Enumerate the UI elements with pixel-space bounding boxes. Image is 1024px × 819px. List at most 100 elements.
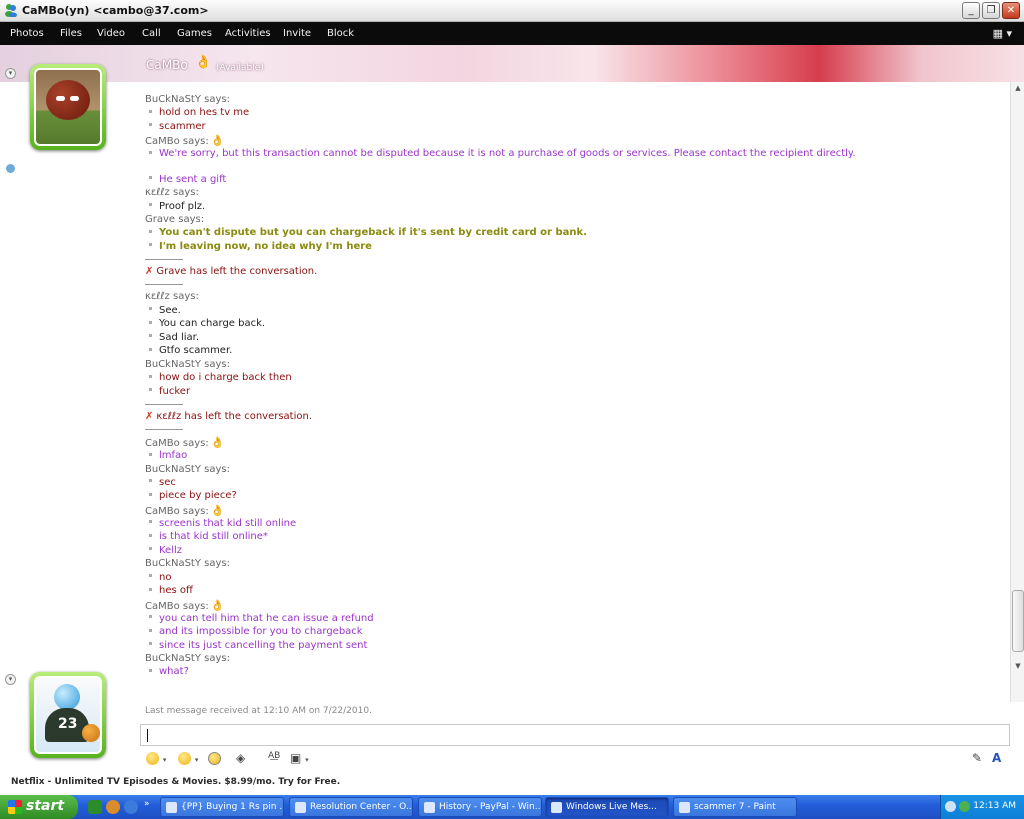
divider xyxy=(145,429,183,430)
sender-line: BuCkNaStY says: xyxy=(145,463,230,475)
menu-files[interactable]: Files xyxy=(60,28,82,39)
conversation-scrollbar[interactable]: ▲ ▼ xyxy=(1010,82,1024,702)
menu-photos[interactable]: Photos xyxy=(10,28,44,39)
menu-activities[interactable]: Activities xyxy=(225,28,271,39)
sender-line: Grave says: xyxy=(145,214,205,226)
basketball-icon xyxy=(82,724,100,742)
message-line: what? xyxy=(149,666,189,677)
menu-block[interactable]: Block xyxy=(327,28,354,39)
message-line: You can charge back. xyxy=(149,318,265,329)
background-button[interactable]: ▣ ▾ xyxy=(290,751,309,765)
handwriting-button[interactable]: ✎ xyxy=(972,751,982,765)
compose-toolbar: ▾ ▾ ◈ A͟B ▣ ▾ ✎ A xyxy=(140,748,1010,770)
voice-clip-button[interactable]: ◈ xyxy=(236,751,245,765)
system-tray: 12:13 AM xyxy=(940,795,1024,819)
sender-line: CaMBo says: 👌 xyxy=(145,134,225,148)
message-line: lmfao xyxy=(149,450,187,461)
contact-name[interactable]: CaMBo xyxy=(146,58,188,72)
nudge-icon xyxy=(208,752,221,765)
ad-banner[interactable]: Netflix - Unlimited TV Episodes & Movies… xyxy=(11,777,340,787)
my-avatar[interactable]: 23 xyxy=(30,672,106,758)
windows-logo-icon xyxy=(8,800,22,814)
sender-line: CaMBo says: 👌 xyxy=(145,503,225,517)
task-app-icon xyxy=(424,802,435,813)
menu-video[interactable]: Video xyxy=(97,28,125,39)
text-mode-button[interactable]: A xyxy=(992,751,1001,765)
taskbar-button[interactable]: {PP} Buying 1 Rs pin ... xyxy=(160,797,284,817)
window-controls: _ ❐ ✕ xyxy=(962,2,1020,19)
close-button[interactable]: ✕ xyxy=(1002,2,1020,19)
task-app-icon xyxy=(295,802,306,813)
quicklaunch-more-icon[interactable]: » xyxy=(144,799,158,813)
task-app-icon xyxy=(679,802,690,813)
message-line: hold on hes tv me xyxy=(149,107,249,118)
message-line: since its just cancelling the payment se… xyxy=(149,640,367,651)
menu-tools-icon[interactable]: ▦ ▾ xyxy=(993,27,1012,40)
contact-status: (Available) xyxy=(216,63,264,73)
wink-icon xyxy=(178,752,191,765)
menu-bar: Photos Files Video Call Games Activities… xyxy=(0,22,1024,45)
message-line: and its impossible for you to chargeback xyxy=(149,626,363,637)
message-line: See. xyxy=(149,305,181,316)
user-left-icon: ✗ xyxy=(145,411,154,422)
window-title: CaMBo(yn) <cambo@37.com> xyxy=(22,4,209,17)
user-left-icon: ✗ xyxy=(145,266,154,278)
scroll-down-icon[interactable]: ▼ xyxy=(1012,660,1024,672)
taskbar-button[interactable]: Resolution Center - O... xyxy=(289,797,413,817)
system-message: ✗ κεℓℓz has left the conversation. xyxy=(145,411,313,422)
message-line: Proof plz. xyxy=(149,201,205,212)
taskbar-button[interactable]: Windows Live Mes... xyxy=(545,797,669,817)
sender-line: BuCkNaStY says: xyxy=(145,94,230,105)
sender-line: κεℓℓz says: xyxy=(145,187,199,199)
message-line: no xyxy=(149,572,171,583)
emoticon-button[interactable]: ▾ xyxy=(146,751,166,765)
nudge-button[interactable] xyxy=(208,751,221,765)
maximize-button[interactable]: ❐ xyxy=(982,2,1000,19)
message-line: sec xyxy=(149,477,176,488)
quicklaunch-ie-icon[interactable] xyxy=(124,800,138,814)
wink-button[interactable]: ▾ xyxy=(178,751,198,765)
divider xyxy=(145,284,183,286)
hand-emoticon-icon: 👌 xyxy=(210,503,225,517)
contact-avatar[interactable] xyxy=(30,64,106,150)
message-line: You can't dispute but you can chargeback… xyxy=(149,227,587,238)
sender-line: CaMBo says: 👌 xyxy=(145,598,225,612)
scroll-up-icon[interactable]: ▲ xyxy=(1012,82,1024,94)
smiley-icon xyxy=(146,752,159,765)
quicklaunch-app-icon[interactable] xyxy=(88,800,102,814)
menu-invite[interactable]: Invite xyxy=(283,28,311,39)
contact-banner: CaMBo 👌 (Available) xyxy=(0,45,1024,82)
message-line: hes off xyxy=(149,585,193,596)
collapse-top-icon[interactable]: ▾ xyxy=(5,68,16,79)
message-line: piece by piece? xyxy=(149,490,237,501)
scroll-thumb[interactable] xyxy=(1012,590,1024,652)
buddy-avatar-icon xyxy=(54,684,80,710)
tray-messenger-icon[interactable] xyxy=(959,801,970,812)
minimize-button[interactable]: _ xyxy=(962,2,980,19)
menu-call[interactable]: Call xyxy=(142,28,161,39)
collapse-bottom-icon[interactable]: ▾ xyxy=(5,674,16,685)
taskbar: start » {PP} Buying 1 Rs pin ... Resoluti… xyxy=(0,795,1024,819)
hand-emoticon-icon: 👌 xyxy=(195,55,212,70)
message-line: We're sorry, but this transaction cannot… xyxy=(149,148,856,159)
sender-line: κεℓℓz says: xyxy=(145,291,199,303)
messenger-icon xyxy=(5,4,17,17)
message-line: you can tell him that he can issue a ref… xyxy=(149,613,374,624)
title-bar: CaMBo(yn) <cambo@37.com> _ ❐ ✕ xyxy=(0,0,1024,22)
message-line: how do i charge back then xyxy=(149,372,292,383)
sender-line: BuCkNaStY says: xyxy=(145,558,230,570)
quicklaunch-firefox-icon[interactable] xyxy=(106,800,120,814)
hand-emoticon-icon: 👌 xyxy=(210,436,225,449)
message-input[interactable] xyxy=(140,724,1010,746)
tray-clock: 12:13 AM xyxy=(973,801,1016,811)
taskbar-button[interactable]: History - PayPal - Win... xyxy=(418,797,542,817)
menu-games[interactable]: Games xyxy=(177,28,212,39)
conversation-history[interactable]: BuCkNaStY says: hold on hes tv me scammer C… xyxy=(140,82,1010,722)
start-button[interactable]: start xyxy=(0,795,78,819)
font-button[interactable]: A͟B xyxy=(268,751,280,761)
divider xyxy=(145,404,183,405)
taskbar-button[interactable]: scammer 7 - Paint xyxy=(673,797,797,817)
contact-info-icon[interactable] xyxy=(6,164,15,173)
tray-back-icon[interactable] xyxy=(945,801,956,812)
message-line: Sad liar. xyxy=(149,332,199,343)
